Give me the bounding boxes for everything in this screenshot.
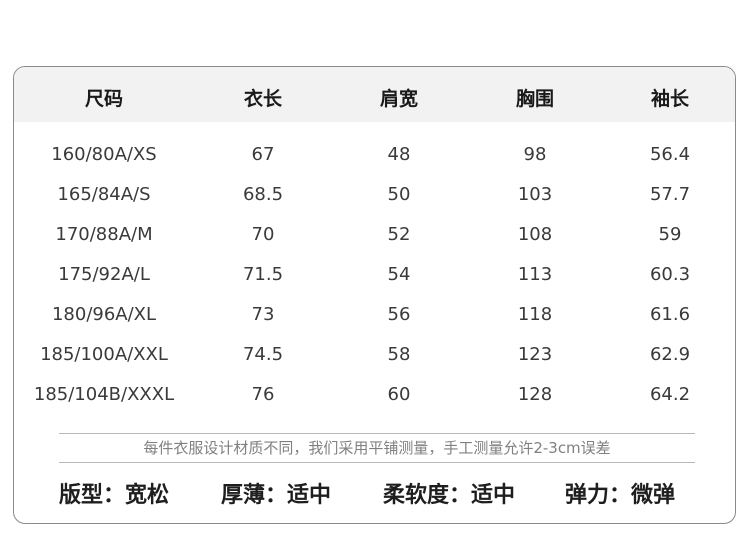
- table-row: 185/100A/XXL 74.5 58 123 62.9: [14, 336, 735, 376]
- feature-softness: 柔软度：适中: [383, 483, 516, 508]
- table-row: 165/84A/S 68.5 50 103 57.7: [14, 176, 735, 216]
- table-header: 尺码 衣长 肩宽 胸围 袖长: [14, 67, 735, 122]
- cell-sleeve: 57.7: [649, 184, 691, 205]
- table-row: 170/88A/M 70 52 108 59: [14, 216, 735, 256]
- cell-size: 185/100A/XXL: [40, 344, 168, 365]
- feature-thickness: 厚薄：适中: [221, 483, 332, 508]
- cell-size: 170/88A/M: [55, 224, 153, 245]
- size-chart-card: 尺码 衣长 肩宽 胸围 袖长 160/80A/XS 67 48 98 56.4 …: [13, 66, 736, 524]
- features-row: 版型：宽松 厚薄：适中 柔软度：适中 弹力：微弹: [14, 477, 735, 513]
- feature-fit: 版型：宽松: [59, 483, 170, 508]
- cell-sleeve: 60.3: [649, 264, 691, 285]
- cell-size: 185/104B/XXXL: [33, 384, 175, 405]
- cell-sleeve: 61.6: [649, 304, 691, 325]
- header-size: 尺码: [84, 88, 123, 110]
- feature-elasticity: 弹力：微弹: [565, 483, 676, 508]
- cell-size: 165/84A/S: [57, 184, 151, 205]
- cell-size: 180/96A/XL: [51, 304, 157, 325]
- table-row: 160/80A/XS 67 48 98 56.4: [14, 136, 735, 176]
- table-row: 185/104B/XXXL 76 60 128 64.2: [14, 376, 735, 416]
- table-row: 180/96A/XL 73 56 118 61.6: [14, 296, 735, 336]
- divider-bottom: [59, 462, 695, 463]
- cell-sleeve: 64.2: [649, 384, 691, 405]
- table-row: 175/92A/L 71.5 54 113 60.3: [14, 256, 735, 296]
- measurement-note: 每件衣服设计材质不同，我们采用平铺测量，手工测量允许2-3cm误差: [143, 439, 611, 457]
- cell-sleeve: 59: [658, 224, 682, 245]
- cell-size: 160/80A/XS: [51, 144, 157, 165]
- divider-top: [59, 433, 695, 434]
- header-sleeve: 袖长: [650, 88, 689, 110]
- cell-size: 175/92A/L: [58, 264, 150, 285]
- cell-sleeve: 62.9: [649, 344, 691, 365]
- cell-sleeve: 56.4: [649, 144, 691, 165]
